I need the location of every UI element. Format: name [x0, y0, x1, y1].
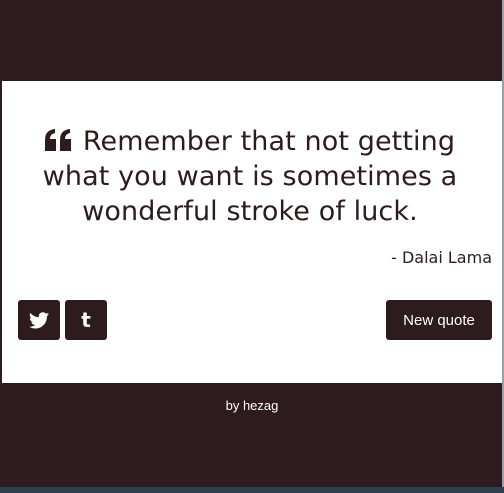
window-bottom-bar	[0, 487, 504, 493]
quote-block: Remember that not getting what you want …	[20, 124, 480, 229]
footer-credit: by hezag	[225, 398, 279, 413]
tweet-button[interactable]	[18, 300, 60, 340]
new-quote-button[interactable]: New quote	[386, 300, 492, 340]
quote-author: - Dalai Lama	[391, 248, 492, 267]
tumblr-button[interactable]: t	[65, 300, 107, 340]
quote-left-icon	[44, 129, 71, 151]
tumblr-icon: t	[81, 308, 91, 332]
twitter-icon	[29, 311, 49, 328]
quote-text: Remember that not getting what you want …	[42, 126, 458, 227]
